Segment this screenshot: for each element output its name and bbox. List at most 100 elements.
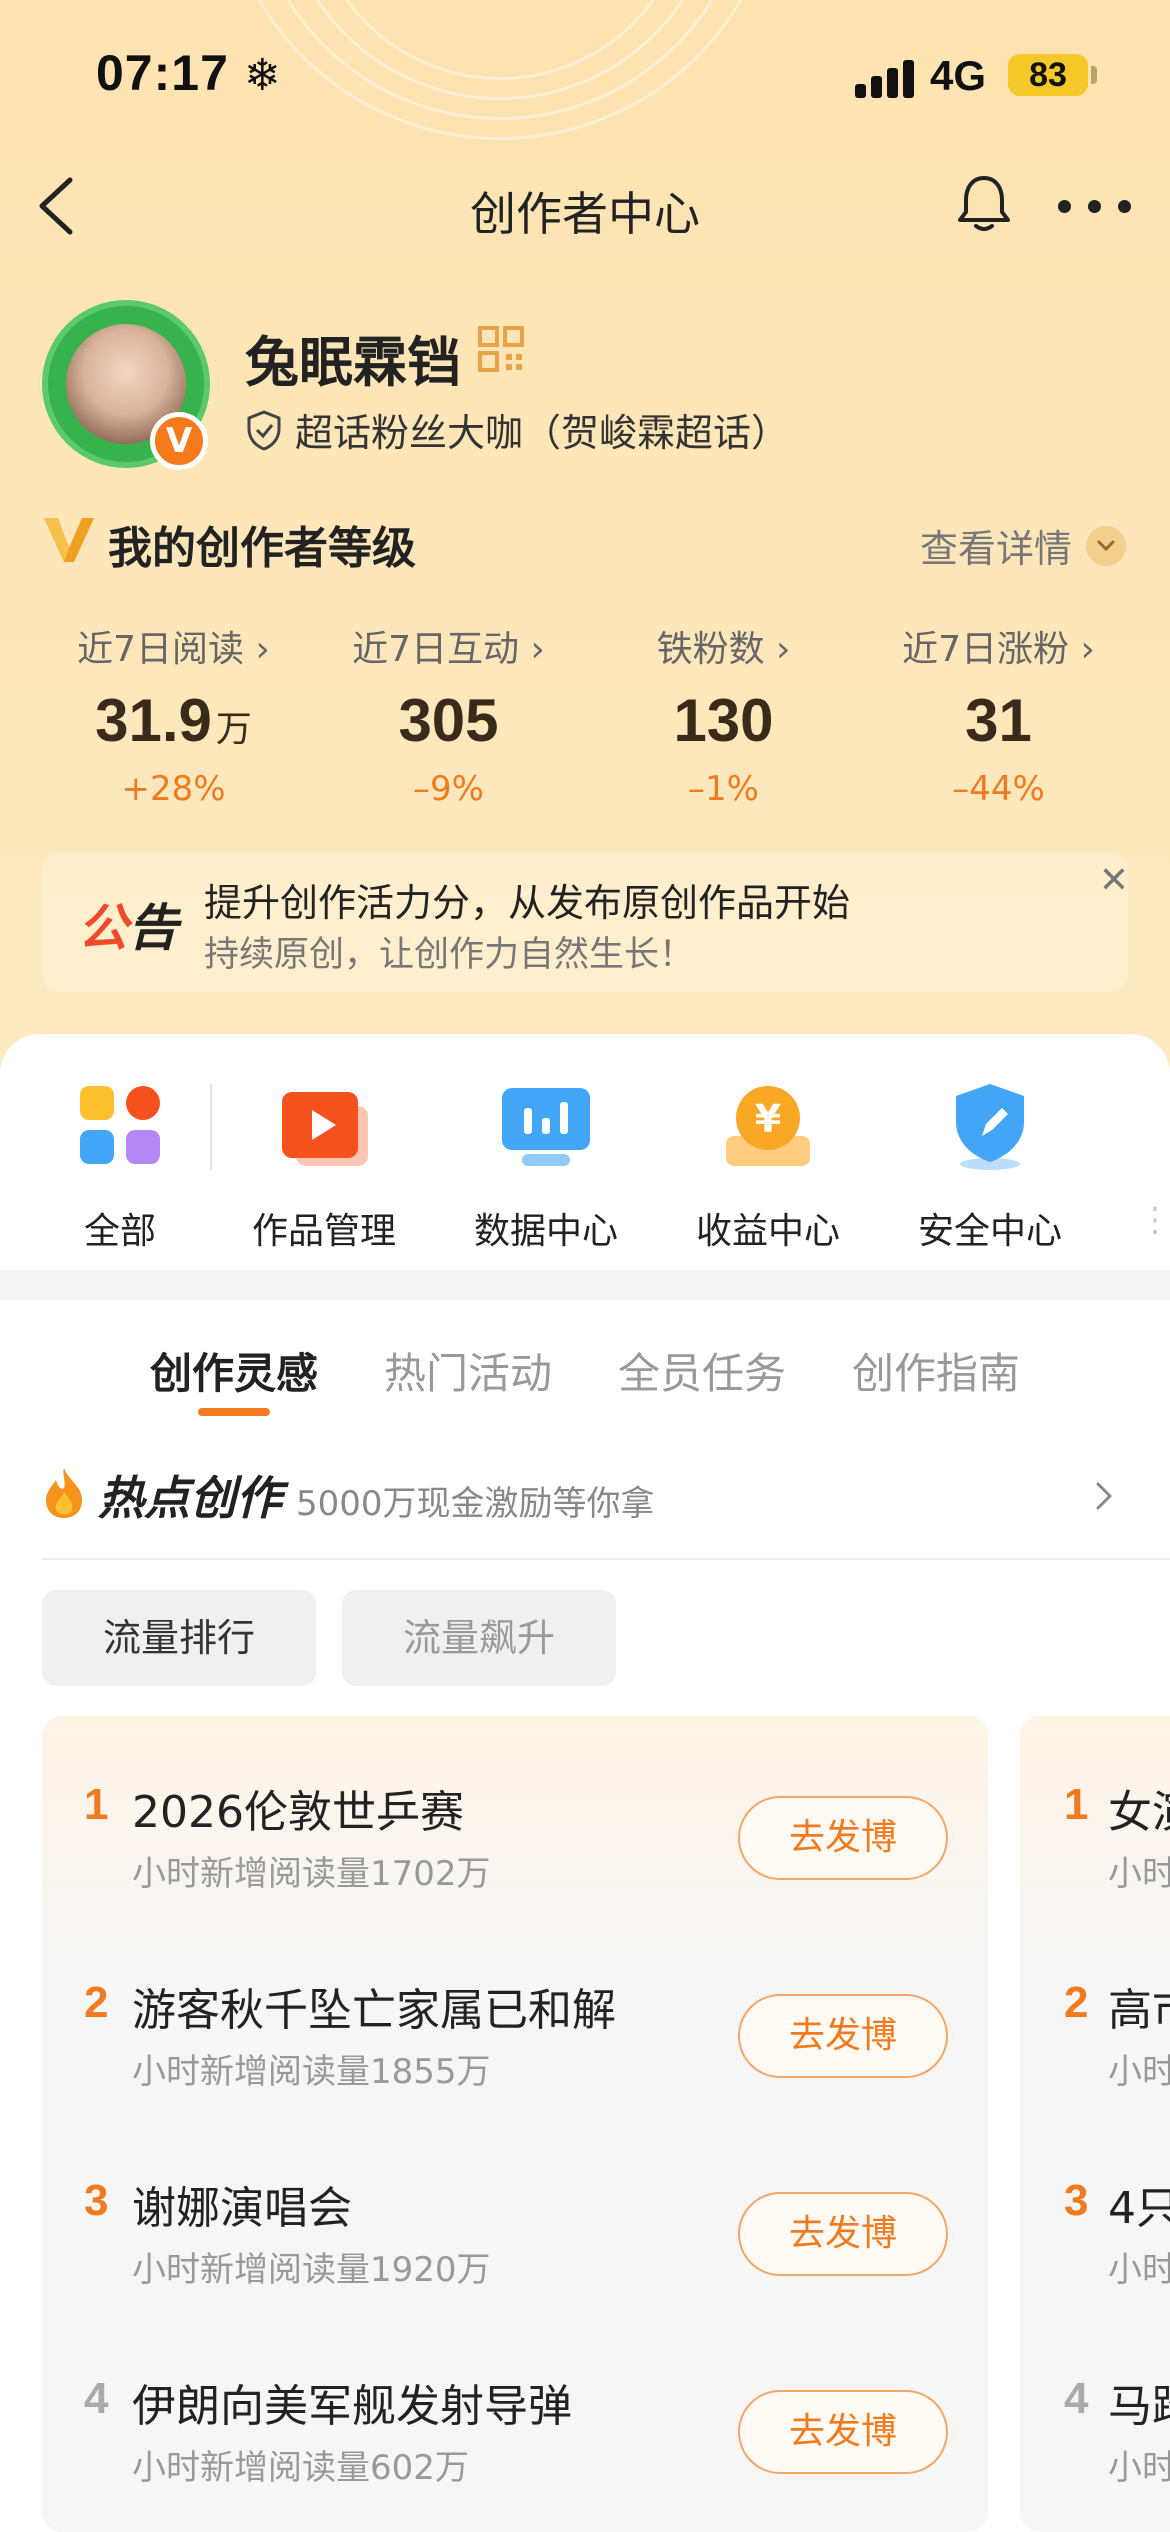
chevron-down-icon (1086, 525, 1127, 566)
service-grid: 全部 作品管理 数据中心 ¥ 收益中心 安全中心 ⋮ (0, 1034, 1170, 1270)
hot-subtitle: 5000万现金激励等你拿 (296, 1484, 655, 1524)
chevron-right-icon: › (530, 629, 545, 670)
level-detail-text: 查看详情 (920, 527, 1073, 571)
rank-subtitle: 小时新增阅读量602万 (132, 2448, 469, 2488)
stat-change: –1% (688, 769, 759, 809)
chevron-right-icon: › (1080, 629, 1095, 670)
level-title: 我的创作者等级 (108, 523, 416, 574)
divider (42, 1558, 1170, 1560)
stat-unit: 万 (215, 708, 252, 749)
rank-list: 1 2026伦敦世乒赛 小时新增阅读量1702万 去发博 2 游客秋千坠亡家属已… (42, 1716, 988, 2532)
service-security[interactable]: 安全中心 (918, 1078, 1062, 1254)
fan-title-text: 超话粉丝大咖（贺峻霖超话） (295, 411, 790, 455)
post-button[interactable]: 去发博 (738, 1994, 948, 2078)
service-label: 安全中心 (918, 1211, 1063, 1252)
verified-badge: V (150, 412, 208, 470)
post-button[interactable]: 去发博 (738, 2192, 948, 2276)
notice-banner[interactable]: 公告 提升创作活力分，从发布原创作品开始 持续原创，让创作力自然生长！ ✕ (42, 852, 1129, 992)
shield-check-icon (247, 409, 281, 451)
rank-title: 4只 (1108, 2183, 1170, 2234)
username[interactable]: 兔眠霖铛 (245, 318, 461, 397)
network-type: 4G (930, 52, 987, 99)
tab-guide[interactable]: 创作指南 (852, 1340, 1020, 1401)
rank-subtitle: 小时 (1108, 1854, 1170, 1894)
fan-title[interactable]: 超话粉丝大咖（贺峻霖超话） (245, 402, 789, 457)
tab-all-tasks[interactable]: 全员任务 (618, 1340, 786, 1401)
chevron-right-icon (1096, 1482, 1112, 1510)
stat-new-fans[interactable]: 近7日涨粉 › 31 –44% (861, 620, 1136, 820)
rank-number: 4 (84, 2374, 109, 2423)
post-button[interactable]: 去发博 (738, 2390, 948, 2474)
rank-number: 1 (1064, 1780, 1089, 1829)
chip-traffic-rank[interactable]: 流量排行 (42, 1590, 316, 1686)
shield-pen-icon (942, 1078, 1038, 1174)
rank-number: 4 (1064, 2374, 1089, 2423)
notice-line1: 提升创作活力分，从发布原创作品开始 (204, 881, 851, 925)
service-works[interactable]: 作品管理 (252, 1078, 396, 1254)
battery-tip (1091, 66, 1097, 84)
signal-icon (855, 58, 915, 98)
bell-icon[interactable] (954, 172, 1014, 234)
service-label: 收益中心 (696, 1211, 841, 1252)
rank-subtitle: 小时 (1108, 2250, 1170, 2290)
service-label: 数据中心 (474, 1211, 619, 1252)
snowflake-icon: ❄ (244, 50, 281, 101)
service-label: 作品管理 (252, 1211, 397, 1252)
chevron-right-icon: › (255, 629, 270, 670)
notice-tag-a: 公 (78, 899, 128, 957)
stat-value: 31 (965, 687, 1032, 754)
stat-label: 近7日阅读 (77, 629, 245, 670)
tab-underline (198, 1408, 270, 1416)
list-item[interactable]: 1 2026伦敦世乒赛 小时新增阅读量1702万 去发博 (42, 1736, 988, 1916)
level-v-icon (44, 518, 94, 562)
rank-number: 2 (84, 1978, 109, 2027)
svg-text:¥: ¥ (755, 1097, 781, 1141)
tab-inspiration[interactable]: 创作灵感 (150, 1340, 318, 1401)
rank-title: 谢娜演唱会 (132, 2183, 352, 2234)
status-time: 07:17 (96, 45, 229, 101)
list-item[interactable]: 3 谢娜演唱会 小时新增阅读量1920万 去发博 (42, 2132, 988, 2312)
rank-title: 马踏 (1108, 2381, 1170, 2432)
rank-title: 伊朗向美军舰发射导弹 (132, 2381, 572, 2432)
service-label: 全部 (83, 1211, 156, 1252)
rank-subtitle: 小时 (1108, 2052, 1170, 2092)
hot-creation-header[interactable]: 热点创作 5000万现金激励等你拿 (42, 1462, 1128, 1534)
rank-subtitle: 小时 (1108, 2448, 1170, 2488)
list-item[interactable]: 4 伊朗向美军舰发射导弹 小时新增阅读量602万 去发博 (42, 2330, 988, 2510)
stat-value: 31.9 (95, 687, 212, 754)
rank-title: 2026伦敦世乒赛 (132, 1787, 464, 1838)
more-services-hint: ⋮ (1138, 1200, 1170, 1240)
stat-reads[interactable]: 近7日阅读 › 31.9 万 +28% (36, 620, 311, 820)
status-bar: 07:17 ❄ 4G 83 (0, 0, 1170, 150)
grid-icon (72, 1078, 168, 1174)
video-folder-icon (276, 1078, 372, 1174)
qr-code-icon[interactable] (478, 326, 524, 372)
service-data[interactable]: 数据中心 (474, 1078, 618, 1254)
close-icon[interactable]: ✕ (1084, 860, 1144, 910)
rank-number: 3 (84, 2176, 109, 2225)
post-button[interactable]: 去发博 (738, 1796, 948, 1880)
service-income[interactable]: ¥ 收益中心 (696, 1078, 840, 1254)
battery-icon: 83 (1008, 54, 1088, 96)
chart-monitor-icon (498, 1078, 594, 1174)
fire-icon (46, 1468, 82, 1518)
stat-value: 130 (673, 687, 774, 754)
stat-interactions[interactable]: 近7日互动 › 305 –9% (311, 620, 586, 820)
level-detail-link[interactable]: 查看详情 (920, 518, 1127, 573)
rank-subtitle: 小时新增阅读量1855万 (132, 2052, 491, 2092)
list-item[interactable]: 2 游客秋千坠亡家属已和解 小时新增阅读量1855万 去发博 (42, 1934, 988, 2114)
rank-title: 高市 (1108, 1985, 1170, 2036)
stats-row: 近7日阅读 › 31.9 万 +28% 近7日互动 › 305 –9% 铁粉数 ›… (36, 620, 1136, 820)
stat-iron-fans[interactable]: 铁粉数 › 130 –1% (586, 620, 861, 820)
notice-line2: 持续原创，让创作力自然生长！ (204, 935, 695, 975)
service-all[interactable]: 全部 (72, 1078, 168, 1254)
rank-title: 游客秋千坠亡家属已和解 (132, 1985, 616, 2036)
stat-change: –44% (952, 769, 1045, 809)
rank-title: 女演 (1108, 1787, 1170, 1838)
stat-value: 305 (398, 687, 499, 754)
notice-tag-b: 告 (128, 899, 178, 957)
tab-hot-events[interactable]: 热门活动 (384, 1340, 552, 1401)
rank-list-2[interactable]: 1 女演 小时 2 高市 小时 3 4只 小时 4 马踏 小时 (1020, 1716, 1170, 2532)
chip-traffic-rising[interactable]: 流量飙升 (342, 1590, 616, 1686)
more-icon[interactable] (1058, 200, 1132, 214)
